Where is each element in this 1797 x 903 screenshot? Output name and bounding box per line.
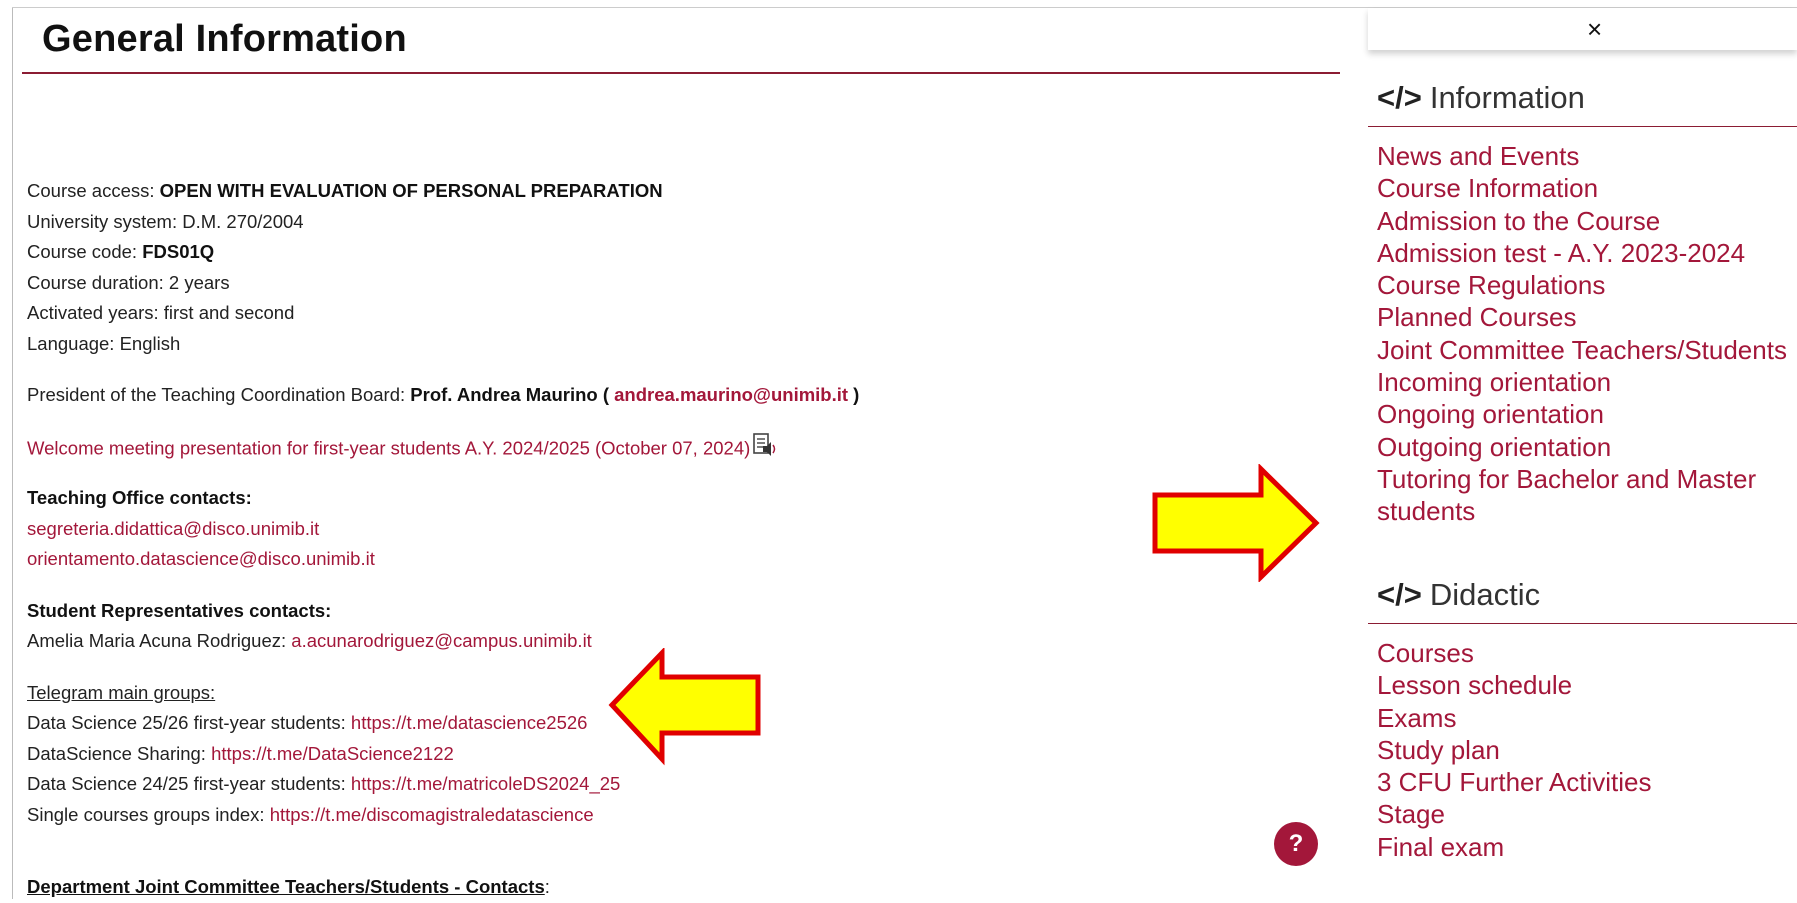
welcome-meeting-line: Welcome meeting presentation for first-y…: [27, 432, 1267, 463]
course-access-label: Course access:: [27, 180, 160, 201]
sidebar-item-news-and-events[interactable]: News and Events: [1377, 140, 1787, 172]
telegram-group-label: DataScience Sharing:: [27, 742, 212, 764]
activated-years-line: Activated years: first and second: [27, 302, 295, 323]
sidebar-item-planned-courses[interactable]: Planned Courses: [1377, 301, 1787, 333]
sidebar-item-course-information[interactable]: Course Information: [1377, 172, 1787, 204]
sidebar-item-outgoing-orientation[interactable]: Outgoing orientation: [1377, 431, 1787, 463]
sidebar-item-study-plan[interactable]: Study plan: [1377, 734, 1652, 766]
telegram-group-label: Single courses groups index:: [27, 803, 270, 825]
president-line: President of the Teaching Coordination B…: [27, 380, 1267, 411]
section-title: Information: [1429, 80, 1585, 115]
main-content: Course access: OPEN WITH EVALUATION OF P…: [27, 176, 1267, 903]
telegram-group-link[interactable]: https://t.me/matricoleDS2024_25: [351, 773, 620, 794]
teaching-office-email-1[interactable]: segreteria.didattica@disco.unimib.it: [27, 514, 1267, 545]
joint-committee-line: Department Joint Committee Teachers/Stud…: [27, 872, 1267, 903]
sidebar-item-tutoring[interactable]: Tutoring for Bachelor and Master: [1377, 463, 1787, 495]
sidebar-item-further-activities[interactable]: 3 CFU Further Activities: [1377, 766, 1652, 798]
telegram-group-link[interactable]: https://t.me/datascience2526: [351, 712, 588, 733]
sidebar-item-lesson-schedule[interactable]: Lesson schedule: [1377, 669, 1652, 701]
section-title: Didactic: [1429, 577, 1541, 612]
telegram-group-row: Data Science 24/25 first-year students: …: [27, 769, 1267, 800]
sidebar-item-stage[interactable]: Stage: [1377, 798, 1652, 830]
sidebar-item-courses[interactable]: Courses: [1377, 637, 1652, 669]
sidebar-item-admission-test[interactable]: Admission test - A.Y. 2023-2024: [1377, 237, 1787, 269]
course-code-label: Course code:: [27, 241, 143, 262]
student-rep-email-link[interactable]: a.acunarodriguez@campus.unimib.it: [291, 630, 592, 651]
sidebar-close-bar: [1368, 8, 1797, 50]
teaching-office-heading: Teaching Office contacts:: [27, 487, 252, 508]
student-rep-name: Amelia Maria Acuna Rodriguez:: [27, 630, 292, 651]
title-divider: [22, 72, 1340, 74]
student-reps-heading: Student Representatives contacts:: [27, 599, 332, 621]
sidebar-item-ongoing-orientation[interactable]: Ongoing orientation: [1377, 398, 1787, 430]
telegram-group-row: Single courses groups index: https://t.m…: [27, 800, 1267, 831]
course-code-line: Course code: FDS01Q: [27, 237, 1267, 268]
telegram-group-link[interactable]: https://t.me/DataScience2122: [211, 743, 454, 764]
sidebar-item-course-regulations[interactable]: Course Regulations: [1377, 269, 1787, 301]
sidebar-item-admission[interactable]: Admission to the Course: [1377, 205, 1787, 237]
president-email-link[interactable]: andrea.maurino@unimib.it: [614, 384, 848, 405]
joint-committee-label[interactable]: Department Joint Committee Teachers/Stud…: [27, 876, 545, 897]
course-duration-line: Course duration: 2 years: [27, 271, 230, 293]
course-code-value: FDS01Q: [142, 241, 215, 262]
joint-committee-suffix: :: [544, 876, 550, 897]
sidebar-item-final-exam[interactable]: Final exam: [1377, 831, 1652, 863]
course-access-line: Course access: OPEN WITH EVALUATION OF P…: [27, 176, 1267, 207]
close-icon[interactable]: ×: [1587, 14, 1602, 45]
sidebar-item-joint-committee[interactable]: Joint Committee Teachers/Students: [1377, 334, 1787, 366]
sidebar-item-exams[interactable]: Exams: [1377, 702, 1652, 734]
course-access-value: OPEN WITH EVALUATION OF PERSONAL PREPARA…: [159, 180, 663, 201]
president-label: President of the Teaching Coordination B…: [27, 384, 411, 405]
sidebar-section-divider: [1368, 126, 1797, 127]
left-arrow-annotation: [608, 648, 761, 766]
welcome-meeting-link[interactable]: Welcome meeting presentation for first-y…: [27, 437, 750, 458]
president-name: Prof. Andrea Maurino (: [410, 384, 615, 405]
telegram-group-label: Data Science 24/25 first-year students:: [27, 773, 351, 794]
telegram-group-link[interactable]: https://t.me/discomagistraledatascience: [270, 804, 594, 825]
sidebar-section-divider: [1368, 623, 1797, 624]
code-icon: </>: [1377, 577, 1422, 612]
sidebar-section-didactic-heading: </> Didactic: [1377, 577, 1540, 613]
sidebar-section-information-heading: </> Information: [1377, 80, 1585, 116]
speaker-document-icon[interactable]: [752, 432, 778, 468]
university-system-line: University system: D.M. 270/2004: [27, 210, 304, 232]
sidebar-item-tutoring-continued[interactable]: students: [1377, 495, 1787, 527]
telegram-group-label: Data Science 25/26 first-year students:: [27, 712, 351, 733]
page-title: General Information: [42, 18, 407, 60]
sidebar-item-incoming-orientation[interactable]: Incoming orientation: [1377, 366, 1787, 398]
teaching-office-email-2[interactable]: orientamento.datascience@disco.unimib.it: [27, 544, 1267, 575]
president-close-paren: ): [848, 384, 860, 405]
sidebar-didactic-menu: Courses Lesson schedule Exams Study plan…: [1377, 637, 1652, 863]
code-icon: </>: [1377, 80, 1422, 115]
sidebar-information-menu: News and Events Course Information Admis…: [1377, 140, 1787, 528]
language-line: Language: English: [27, 332, 181, 354]
right-arrow-annotation: [1152, 464, 1320, 582]
help-button[interactable]: ?: [1274, 822, 1318, 866]
frame-left-border: [12, 8, 13, 899]
